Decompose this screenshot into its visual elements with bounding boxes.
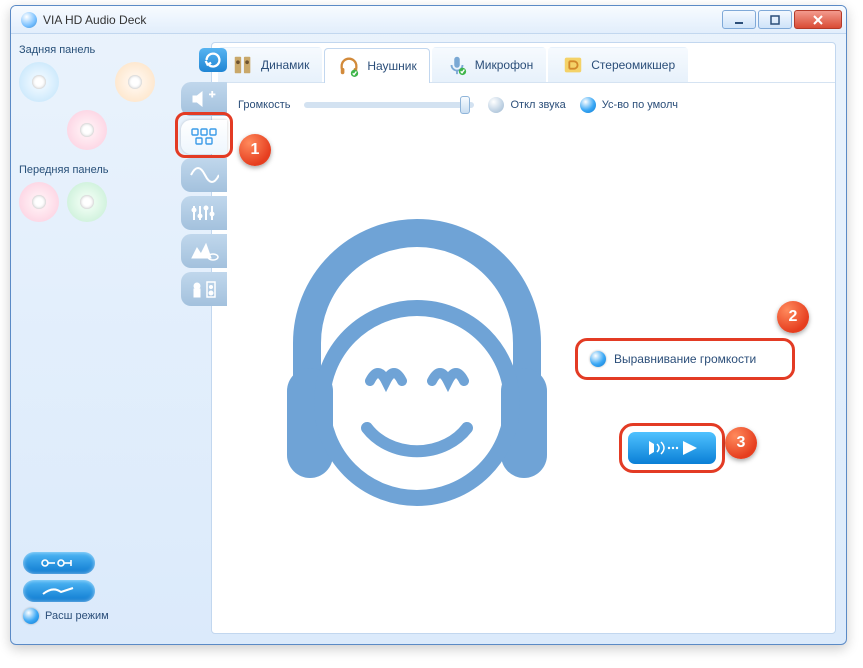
play-test-button[interactable] (628, 432, 716, 464)
mode-label: Расш режим (45, 610, 109, 622)
sidetab-environment[interactable] (181, 234, 227, 268)
default-device-label: Ус-во по умолч (602, 99, 678, 111)
leveling-radio[interactable] (590, 351, 606, 367)
rear-panel-label: Задняя панель (19, 44, 173, 56)
callout-1: 1 (239, 134, 271, 166)
sidetab-room[interactable] (181, 272, 227, 306)
play-test-wrapper (619, 423, 725, 473)
microphone-icon (445, 54, 469, 76)
volume-label: Громкость (238, 99, 290, 111)
mute-label: Откл звука (510, 99, 565, 111)
default-device-radio[interactable] (580, 97, 596, 113)
rear-port[interactable] (67, 110, 107, 150)
front-panel-label: Передняя панель (19, 164, 173, 176)
tab-label: Стереомикшер (591, 58, 675, 72)
volume-leveling-option[interactable]: Выравнивание громкости (575, 338, 795, 380)
top-tabs: Динамик Наушник Микрофон Стереомикшер (212, 43, 835, 83)
rear-port[interactable] (19, 62, 59, 102)
front-port[interactable] (67, 182, 107, 222)
titlebar[interactable]: VIA HD Audio Deck (11, 6, 846, 34)
left-panel: Задняя панель Передняя панель (11, 34, 181, 644)
close-button[interactable] (794, 10, 842, 29)
main-panel: Динамик Наушник Микрофон Стереомикшер Гр… (211, 42, 836, 634)
reset-button[interactable] (199, 48, 227, 72)
tab-label: Микрофон (475, 58, 533, 72)
tab-headphone[interactable]: Наушник (324, 48, 429, 83)
tab-label: Динамик (261, 58, 309, 72)
maximize-button[interactable] (758, 10, 792, 29)
svg-text:+: + (209, 89, 215, 101)
callout-1-highlight (175, 112, 233, 158)
settings-button[interactable] (23, 580, 95, 602)
minimize-button[interactable] (722, 10, 756, 29)
app-window: VIA HD Audio Deck Задняя панель Передняя… (10, 5, 847, 645)
app-icon (21, 12, 37, 28)
callout-2: 2 (777, 301, 809, 333)
speaker-icon (231, 54, 255, 76)
tab-mixer[interactable]: Стереомикшер (548, 47, 688, 82)
tab-microphone[interactable]: Микрофон (432, 47, 546, 82)
front-port[interactable] (19, 182, 59, 222)
mute-radio[interactable] (488, 97, 504, 113)
sidetab-equalizer[interactable] (181, 196, 227, 230)
tab-label: Наушник (367, 59, 416, 73)
side-tabs: + (181, 48, 231, 306)
callout-3: 3 (725, 427, 757, 459)
leveling-label: Выравнивание громкости (614, 352, 756, 366)
mode-radio[interactable] (23, 608, 39, 624)
window-title: VIA HD Audio Deck (43, 13, 720, 27)
headphone-icon (337, 55, 361, 77)
connector-button[interactable] (23, 552, 95, 574)
sidetab-volume[interactable]: + (181, 82, 227, 116)
rear-port[interactable] (115, 62, 155, 102)
mixer-icon (561, 54, 585, 76)
volume-slider[interactable] (304, 102, 474, 108)
sidetab-wave[interactable] (181, 158, 227, 192)
tab-speaker[interactable]: Динамик (218, 47, 322, 82)
headphone-face-illustration (252, 193, 582, 523)
